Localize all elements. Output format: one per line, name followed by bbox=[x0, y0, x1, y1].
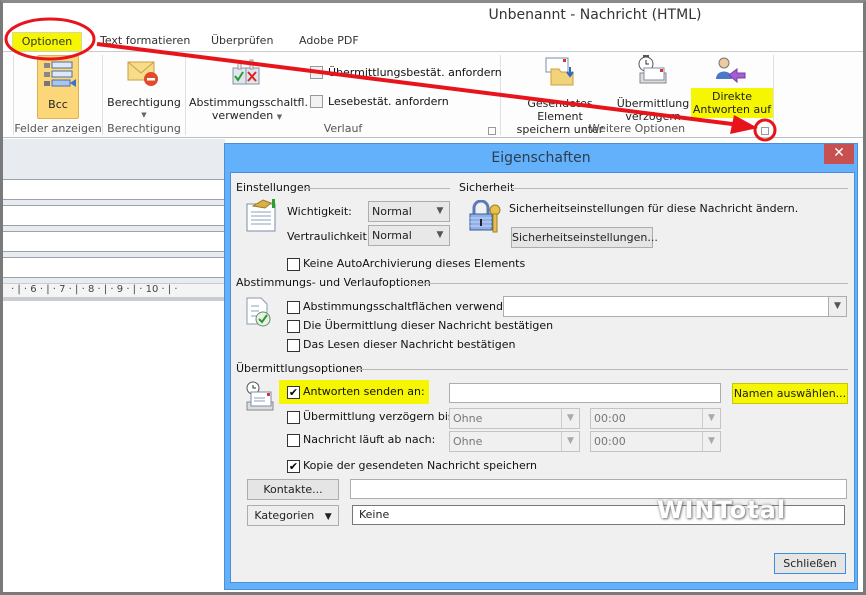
optionen-highlight-circle bbox=[4, 17, 96, 61]
annotation-overlay bbox=[4, 17, 777, 142]
annotation-arrow-line bbox=[96, 42, 741, 127]
launcher-highlight-circle bbox=[753, 118, 777, 142]
